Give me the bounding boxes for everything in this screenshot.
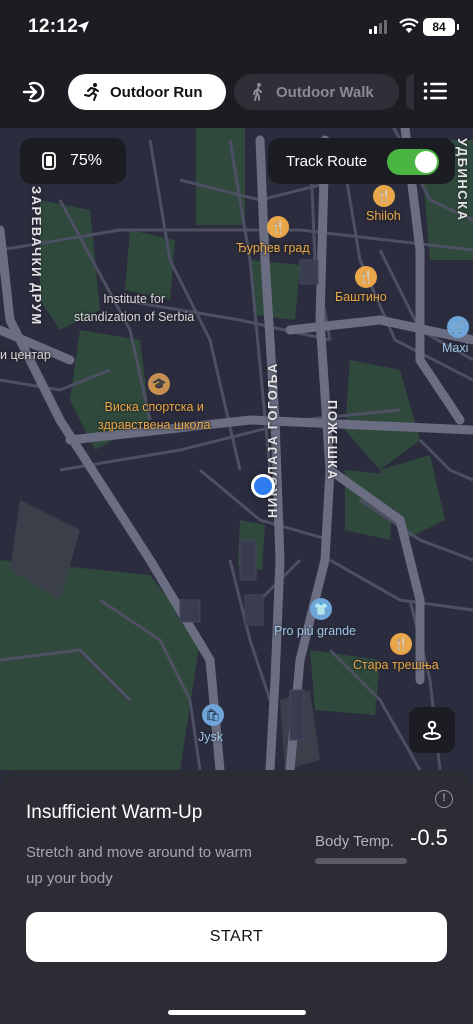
- device-battery-value: 75%: [70, 152, 103, 169]
- info-icon[interactable]: !: [435, 790, 453, 808]
- tab-outdoor-walk-label: Outdoor Walk: [276, 83, 374, 101]
- list-menu-icon[interactable]: [423, 80, 447, 102]
- home-indicator[interactable]: [168, 1010, 306, 1015]
- poi-maxi[interactable]: Maxi: [442, 341, 468, 355]
- status-time: 12:12: [28, 16, 79, 37]
- body-temp-value: -0.5: [410, 825, 448, 850]
- wifi-icon: [399, 18, 419, 33]
- tab-outdoor-walk[interactable]: Outdoor Walk: [234, 74, 399, 110]
- warmup-title: Insufficient Warm-Up: [26, 802, 203, 823]
- track-route-control: Track Route: [268, 138, 455, 184]
- warmup-subtitle: Stretch and move around to warm up your …: [26, 844, 252, 887]
- running-icon: [84, 83, 99, 101]
- tab-overflow-edge: [406, 74, 414, 110]
- location-arrow-icon: [77, 21, 89, 33]
- restaurant-icon[interactable]: 🍴: [373, 185, 395, 207]
- poi-school[interactable]: Виска спортска и здравствена школа: [98, 398, 210, 434]
- warmup-panel: ! Insufficient Warm-Up Stretch and move …: [0, 770, 473, 1024]
- cellular-signal-icon: [369, 20, 387, 34]
- track-route-toggle[interactable]: [387, 149, 439, 175]
- poi-stara-treshnja[interactable]: Стара трешња: [353, 658, 439, 672]
- clothing-store-icon[interactable]: 👕: [310, 598, 332, 620]
- body-temp-bar: [315, 858, 407, 864]
- poi-center: и центар: [0, 348, 51, 362]
- walking-icon: [253, 83, 262, 101]
- poi-jysk[interactable]: Jysk: [198, 730, 223, 744]
- watch-battery-icon: [42, 152, 56, 170]
- poi-djurdjev-grad[interactable]: Ђурђев град: [236, 241, 310, 255]
- poi-institute[interactable]: Institute for standization of Serbia: [74, 290, 194, 326]
- status-bar: 12:12 84: [0, 14, 473, 44]
- start-button[interactable]: START: [26, 912, 447, 962]
- shopping-icon[interactable]: 🛒: [447, 316, 469, 338]
- poi-bashtino[interactable]: Баштино: [335, 290, 387, 304]
- route-marker-button[interactable]: [409, 707, 455, 753]
- restaurant-icon[interactable]: 🍴: [390, 633, 412, 655]
- street-pozheshka: ПОЖЕШКА: [325, 400, 340, 481]
- restaurant-icon[interactable]: 🍴: [267, 216, 289, 238]
- map-pin-icon: [423, 720, 441, 740]
- poi-shiloh[interactable]: Shiloh: [366, 209, 401, 223]
- tab-outdoor-run[interactable]: Outdoor Run: [68, 74, 226, 110]
- top-bar: 12:12 84 Outdoor Run Outdoor Walk: [0, 0, 473, 128]
- activity-nav: Outdoor Run Outdoor Walk: [0, 72, 473, 112]
- exit-icon[interactable]: [20, 78, 48, 106]
- user-location-dot: [251, 474, 275, 498]
- body-temp-label: Body Temp.: [315, 833, 394, 850]
- street-zarevachki-drum: ЗАРЕВАЧКИ ДРУМ: [29, 186, 44, 326]
- map-view[interactable]: 🍴 Shiloh 🍴 Ђурђев град 🍴 Баштино 🛒 Maxi …: [0, 128, 473, 828]
- device-battery-pill: 75%: [20, 138, 126, 184]
- map-background: [0, 128, 473, 828]
- track-route-label: Track Route: [286, 152, 368, 170]
- street-udbinska: УДБИНСКА: [455, 138, 470, 222]
- tab-outdoor-run-label: Outdoor Run: [110, 83, 203, 101]
- poi-pro-piu-grande[interactable]: Pro più grande: [274, 624, 356, 638]
- school-icon[interactable]: 🎓: [148, 373, 170, 395]
- store-icon[interactable]: 🛍: [202, 704, 224, 726]
- restaurant-icon[interactable]: 🍴: [355, 266, 377, 288]
- battery-indicator: 84: [423, 18, 459, 36]
